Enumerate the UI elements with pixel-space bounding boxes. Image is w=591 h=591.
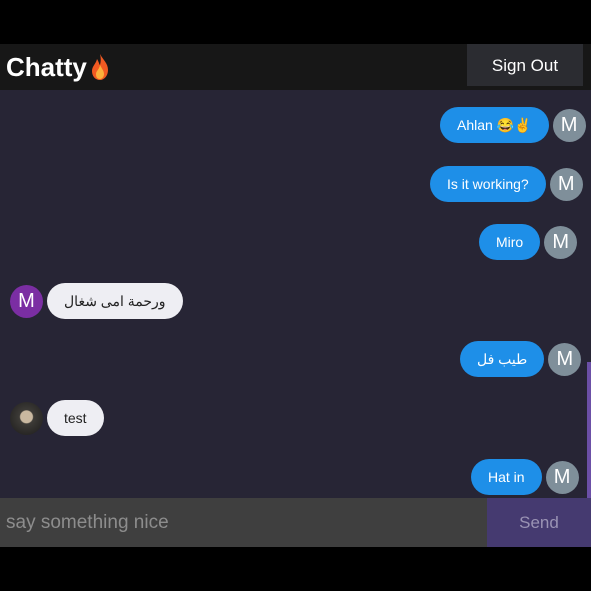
avatar: M — [545, 460, 579, 494]
message-item: Hat in M — [471, 459, 579, 495]
incoming-message-bubble: ورحمة امى شغال — [47, 283, 183, 319]
composer: Send — [0, 498, 591, 547]
user-photo-avatar — [10, 401, 43, 435]
message-item: Ahlan 😂✌ M — [440, 107, 586, 143]
message-item: M ورحمة امى شغال — [10, 283, 183, 319]
scrollbar-thumb[interactable] — [587, 362, 591, 498]
message-list[interactable]: Ahlan 😂✌ M Is it working? M Miro M M ورح… — [0, 90, 591, 498]
header-bar: Chatty Sign Out — [0, 44, 591, 90]
fire-icon — [91, 54, 108, 80]
avatar: M — [10, 284, 43, 318]
outgoing-message-bubble: Miro — [479, 224, 541, 260]
send-button[interactable]: Send — [487, 498, 591, 547]
outgoing-message-bubble: Ahlan 😂✌ — [440, 107, 549, 143]
message-item: طيب فل M — [460, 341, 582, 377]
message-input[interactable] — [0, 498, 487, 547]
message-item: Miro M — [479, 224, 578, 260]
sign-out-button[interactable]: Sign Out — [467, 44, 583, 86]
avatar: M — [544, 225, 578, 259]
brand-title: Chatty — [6, 52, 87, 82]
avatar: M — [549, 167, 583, 201]
avatar: M — [552, 108, 586, 142]
message-item: Is it working? M — [430, 166, 583, 202]
avatar: M — [548, 342, 582, 376]
outgoing-message-bubble: Is it working? — [430, 166, 546, 202]
outgoing-message-bubble: Hat in — [471, 459, 542, 495]
chat-app: Chatty Sign Out Ahlan 😂✌ M Is it working… — [0, 44, 591, 547]
brand: Chatty — [6, 51, 111, 83]
outgoing-message-bubble: طيب فل — [460, 341, 545, 377]
message-item: test — [10, 400, 104, 436]
incoming-message-bubble: test — [47, 400, 104, 436]
